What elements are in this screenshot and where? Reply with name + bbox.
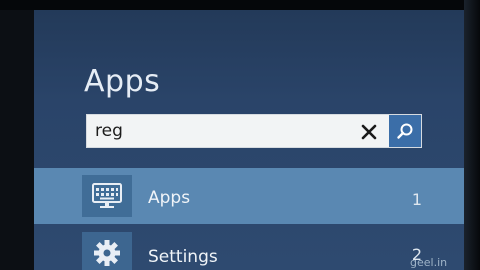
search-box[interactable] <box>86 114 422 148</box>
gear-icon <box>94 240 120 266</box>
result-icon-tile <box>82 175 132 217</box>
result-icon-tile <box>82 232 132 270</box>
result-label: Apps <box>148 188 191 208</box>
watermark: geel.in <box>410 256 448 269</box>
search-button[interactable] <box>389 115 421 147</box>
screen-bezel-top <box>0 0 480 10</box>
search-icon <box>397 123 413 139</box>
close-icon <box>361 124 377 140</box>
search-input[interactable] <box>95 119 355 143</box>
clear-search-button[interactable] <box>355 119 383 145</box>
result-label: Settings <box>148 247 218 267</box>
result-item-apps[interactable]: Apps 1 <box>34 168 464 224</box>
panel-title: Apps <box>84 64 161 99</box>
result-item-settings[interactable]: Settings 2 <box>34 226 464 270</box>
screen-bezel-right <box>464 0 480 270</box>
keyboard-monitor-icon <box>92 183 122 208</box>
search-charm-panel: Apps reg Apps 1 Settings 2 <box>34 10 464 270</box>
result-count: 1 <box>411 190 422 209</box>
